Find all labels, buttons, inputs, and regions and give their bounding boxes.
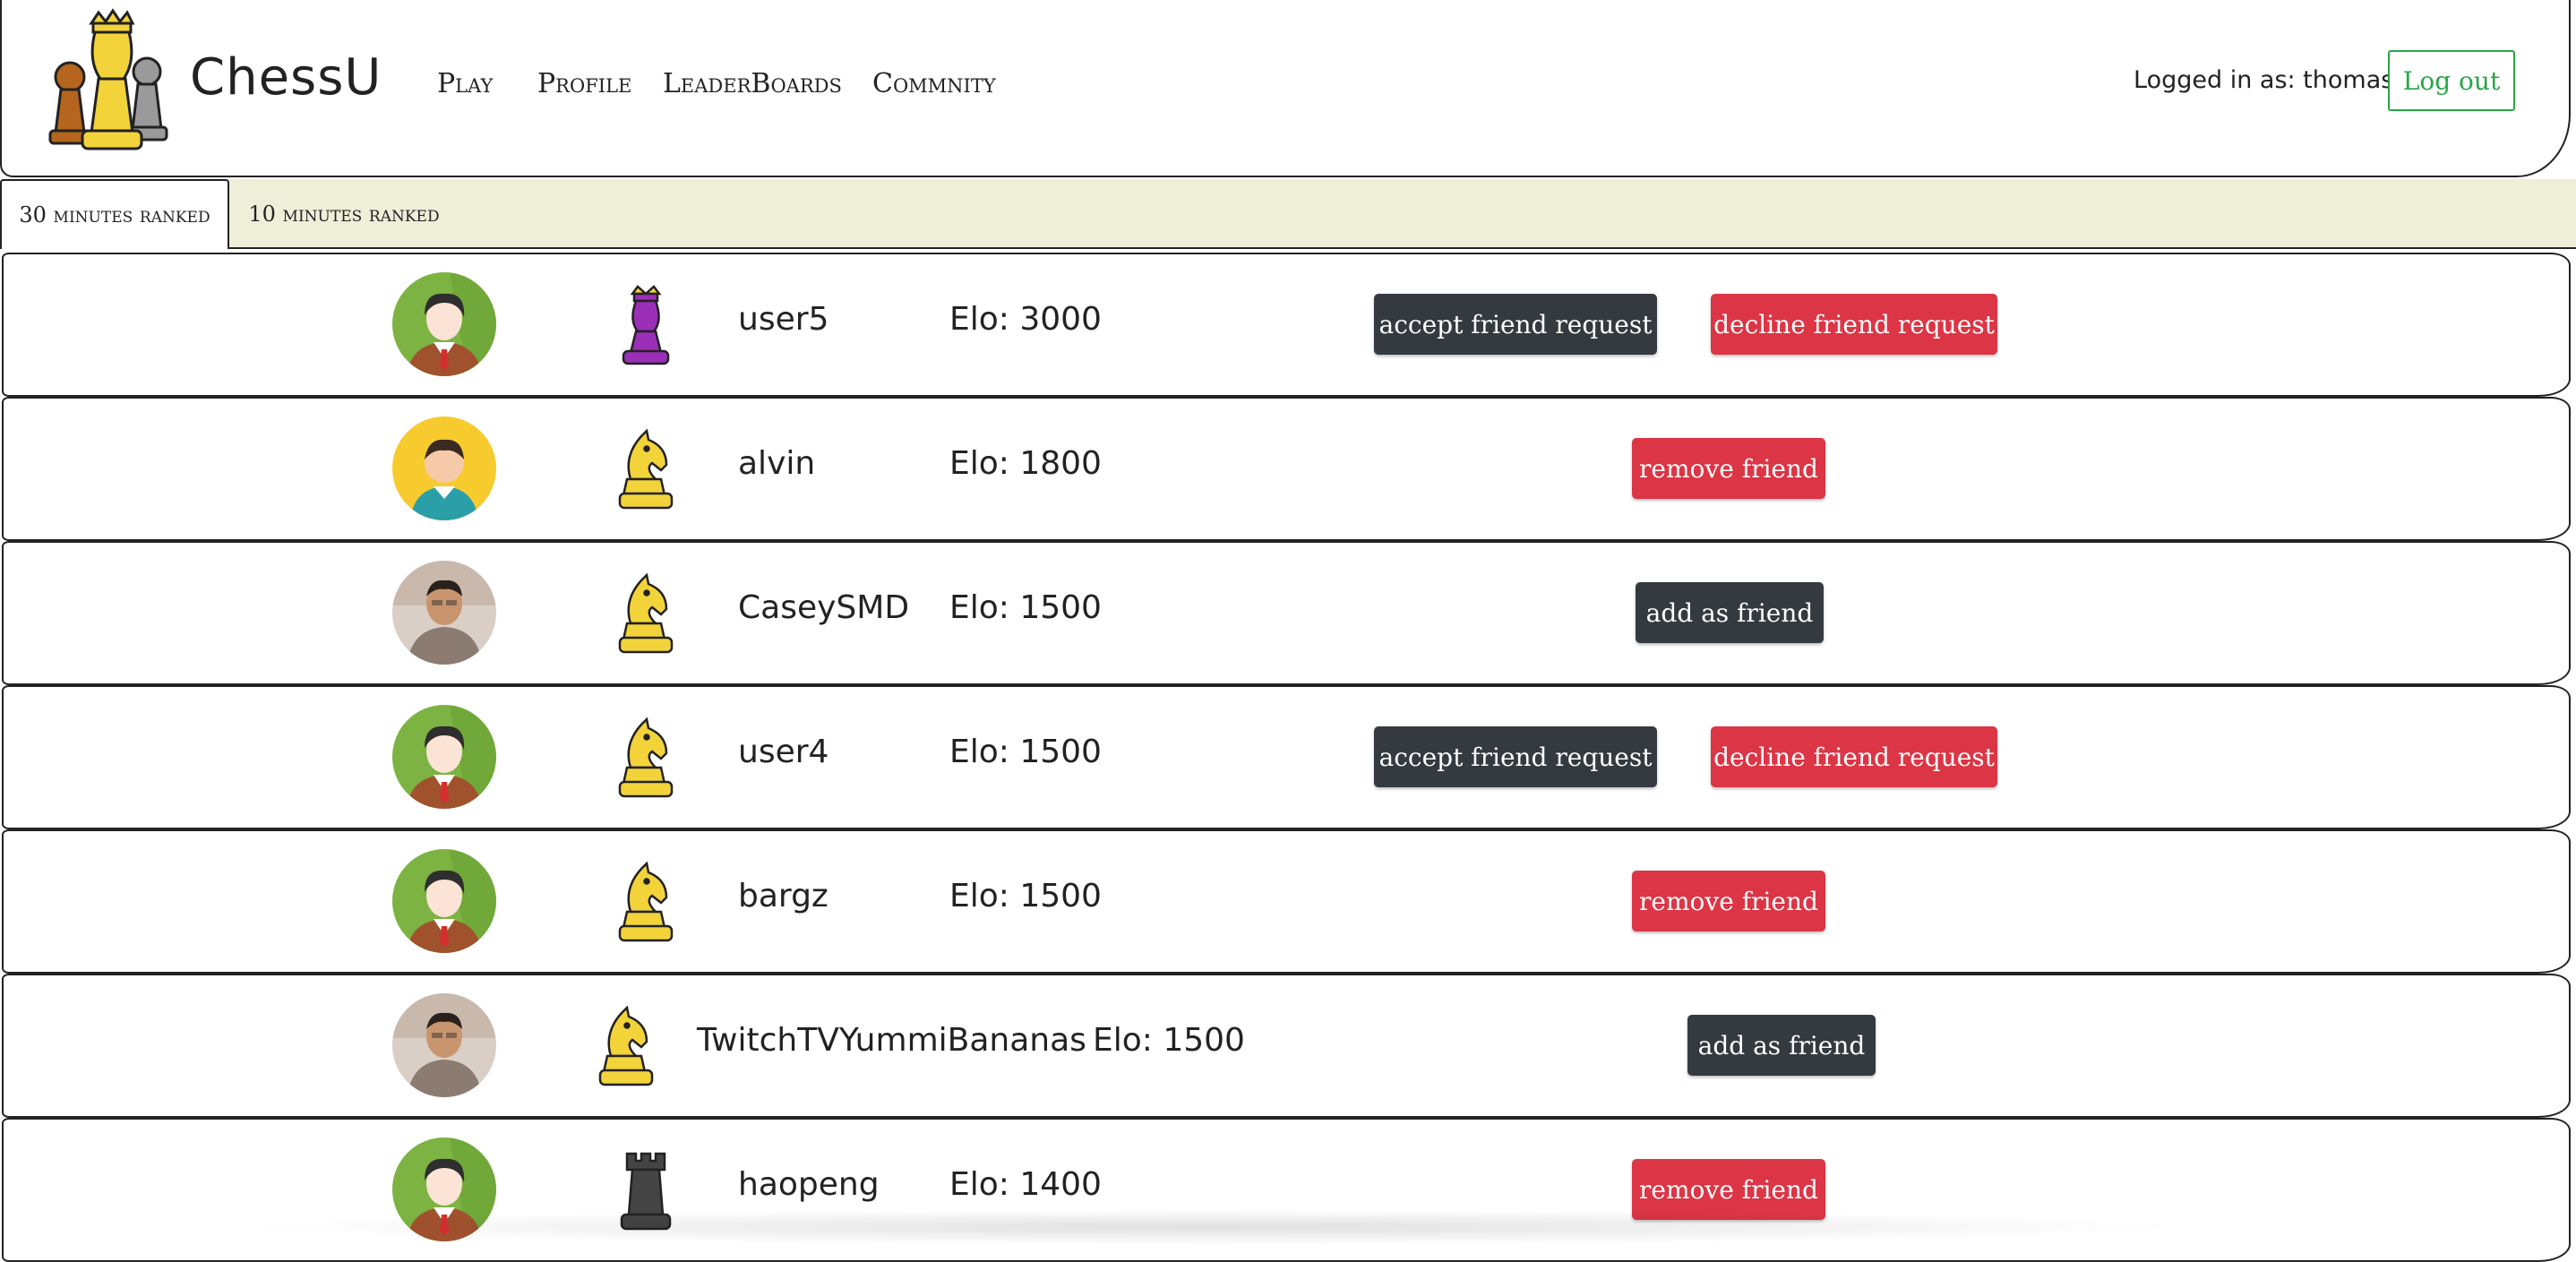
black-rook-icon [614, 1150, 677, 1232]
avatar [392, 272, 496, 376]
nav-play-link[interactable]: Play [437, 68, 493, 99]
avatar [392, 849, 496, 953]
tab-30-minutes-ranked[interactable]: 30 minutes ranked [0, 179, 229, 249]
top-navbar: ChessU Play Profile LeaderBoards Commnit… [0, 0, 2571, 177]
decline-friend-request-button[interactable]: decline friend request [1711, 726, 1997, 787]
gold-knight-icon [595, 1005, 657, 1088]
remove-friend-button[interactable]: remove friend [1632, 871, 1825, 931]
accept-friend-request-button[interactable]: accept friend request [1374, 294, 1657, 355]
avatar [392, 1138, 496, 1241]
add-as-friend-button[interactable]: add as friend [1636, 582, 1824, 643]
chess-pieces-logo-icon[interactable] [41, 7, 176, 159]
player-row: user4 Elo: 1500 accept friend request decli… [2, 685, 2571, 829]
player-username[interactable]: alvin [738, 445, 815, 482]
ranking-tabs: 30 minutes ranked 10 minutes ranked [0, 179, 2576, 249]
player-row: TwitchTVYummiBananas Elo: 1500 add as frie… [2, 974, 2571, 1118]
player-row: bargz Elo: 1500 remove friend [2, 829, 2571, 974]
player-row: alvin Elo: 1800 remove friend [2, 397, 2571, 541]
gold-knight-icon [614, 428, 677, 511]
logged-in-status: Logged in as: thomas [2134, 66, 2394, 94]
remove-friend-button[interactable]: remove friend [1632, 438, 1825, 499]
gold-knight-icon [614, 861, 677, 944]
player-username[interactable]: haopeng [738, 1166, 880, 1203]
player-elo: Elo: 1500 [949, 878, 1102, 914]
player-elo: Elo: 1800 [949, 445, 1102, 482]
avatar [392, 705, 496, 809]
player-username[interactable]: user4 [738, 734, 829, 770]
player-username[interactable]: TwitchTVYummiBananas [697, 1022, 1086, 1059]
player-row: haopeng Elo: 1400 remove friend [2, 1118, 2571, 1262]
player-row: user5 Elo: 3000 accept friend request decli… [2, 253, 2571, 397]
nav-leaderboards-link[interactable]: LeaderBoards [663, 68, 842, 99]
gold-knight-icon [614, 717, 677, 800]
player-elo: Elo: 3000 [949, 301, 1102, 338]
tab-10-minutes-ranked[interactable]: 10 minutes ranked [238, 179, 450, 249]
player-elo: Elo: 1400 [949, 1166, 1102, 1203]
player-username[interactable]: bargz [738, 878, 829, 914]
gold-knight-icon [614, 572, 677, 656]
player-elo: Elo: 1500 [1093, 1022, 1245, 1059]
player-username[interactable]: CaseySMD [738, 589, 909, 626]
nav-profile-link[interactable]: Profile [537, 68, 631, 99]
avatar [392, 993, 496, 1097]
player-row: CaseySMD Elo: 1500 add as friend [2, 541, 2571, 685]
add-as-friend-button[interactable]: add as friend [1687, 1015, 1876, 1076]
decline-friend-request-button[interactable]: decline friend request [1711, 294, 1997, 355]
avatar [392, 416, 496, 520]
purple-king-icon [614, 285, 677, 367]
nav-community-link[interactable]: Commnity [872, 68, 996, 99]
avatar [392, 561, 496, 665]
remove-friend-button[interactable]: remove friend [1632, 1159, 1825, 1220]
player-elo: Elo: 1500 [949, 589, 1102, 626]
logout-button[interactable]: Log out [2388, 50, 2515, 111]
player-elo: Elo: 1500 [949, 734, 1102, 770]
accept-friend-request-button[interactable]: accept friend request [1374, 726, 1657, 787]
app-brand-name[interactable]: ChessU [190, 48, 382, 107]
player-username[interactable]: user5 [738, 301, 829, 338]
